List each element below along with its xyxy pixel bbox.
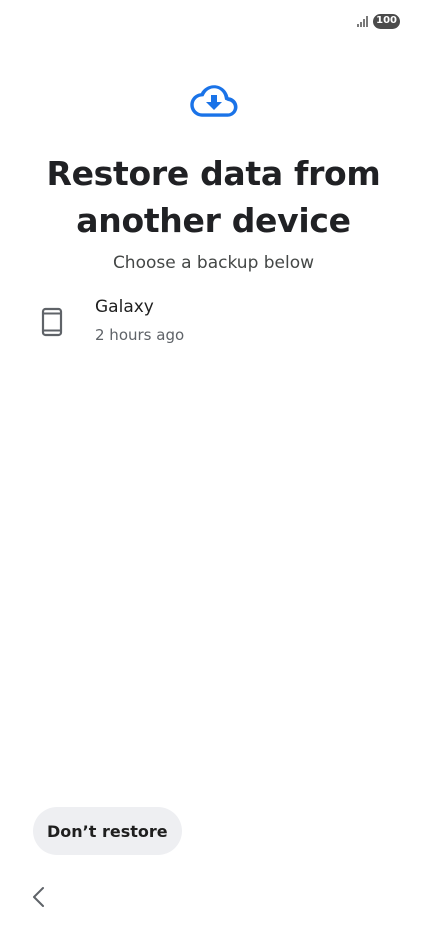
backup-list-item[interactable]: Galaxy 2 hours ago [20, 288, 407, 358]
backup-device-name: Galaxy [95, 297, 154, 317]
back-chevron-icon[interactable] [30, 885, 48, 909]
backup-timestamp: 2 hours ago [95, 326, 185, 344]
cloud-download-icon [190, 85, 238, 117]
page-subtitle: Choose a backup below [112, 253, 315, 273]
restore-screen: 100 Restore data from another device Cho… [0, 0, 427, 926]
dont-restore-button[interactable]: Don’t restore [33, 807, 182, 855]
status-bar: 100 [357, 12, 400, 30]
page-title: Restore data from another device [46, 154, 381, 240]
phone-icon [41, 307, 63, 337]
signal-bars-icon [357, 15, 369, 27]
battery-indicator: 100 [373, 13, 400, 29]
